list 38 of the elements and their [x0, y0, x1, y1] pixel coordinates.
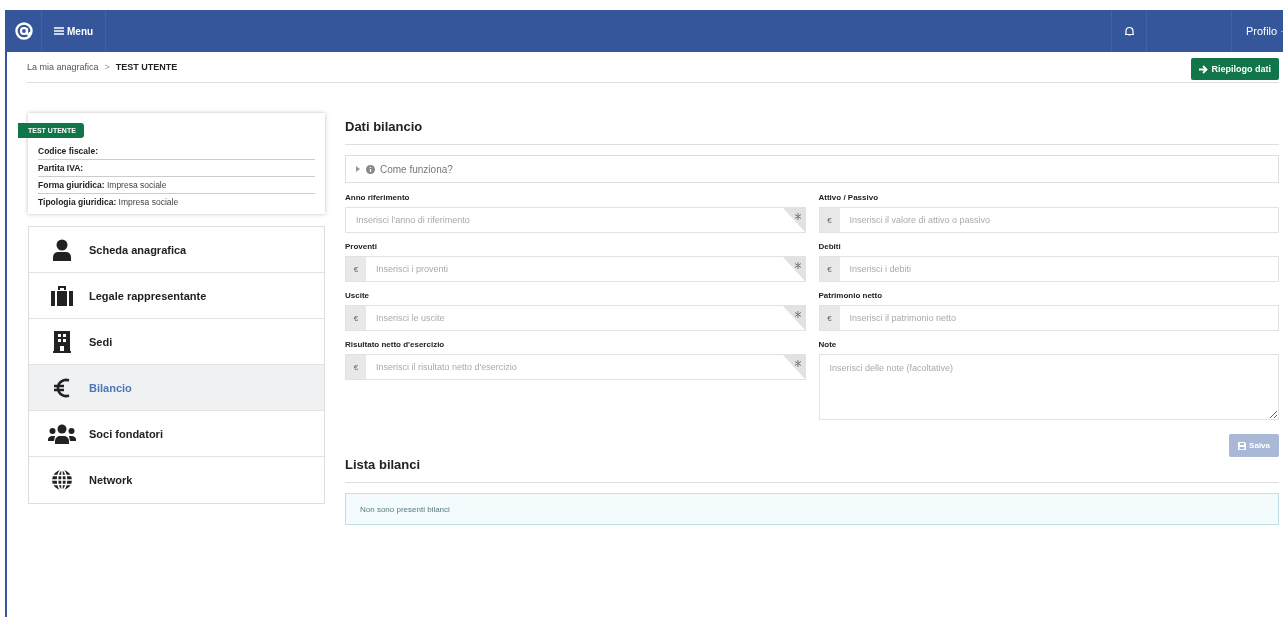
- breadcrumb-link[interactable]: La mia anagrafica: [27, 62, 99, 72]
- arrow-right-icon: [1198, 64, 1208, 74]
- user-icon: [52, 238, 72, 261]
- sidebar-item[interactable]: Bilancio: [29, 365, 324, 411]
- field-label: Patrimonio netto: [818, 291, 884, 300]
- group-icon: [48, 423, 76, 444]
- empty-list-message: Non sono presenti bilanci: [345, 493, 1279, 525]
- help-collapsible[interactable]: Come funziona?: [345, 155, 1279, 183]
- profile-detail: Codice fiscale:: [38, 143, 315, 160]
- suitcase-icon: [51, 285, 73, 306]
- info-icon: [366, 164, 375, 174]
- required-asterisk-icon: [782, 208, 805, 232]
- profile-detail: Partita IVA:: [38, 160, 315, 177]
- summary-button[interactable]: Riepilogo dati: [1190, 58, 1279, 80]
- breadcrumb-current: TEST UTENTE: [115, 62, 178, 72]
- field-label: Attivo / Passivo: [818, 193, 880, 202]
- breadcrumb-separator: >: [104, 62, 110, 72]
- field-label: Debiti: [818, 242, 842, 251]
- profile-menu[interactable]: Profilo: [1231, 10, 1283, 52]
- field-label: Uscite: [345, 291, 370, 300]
- bell-icon: [1124, 26, 1134, 36]
- building-icon: [53, 330, 71, 353]
- field-label: Proventi: [345, 242, 378, 251]
- profile-detail: Forma giuridica: Impresa sociale: [38, 177, 315, 194]
- section-title: Dati bilancio: [345, 118, 424, 136]
- field-label: Note: [818, 340, 838, 349]
- caret-right-icon: [356, 166, 361, 172]
- input-field[interactable]: Inserisci l'anno di riferimento: [345, 207, 806, 233]
- profile-detail: Tipologia giuridica: Impresa sociale: [38, 196, 180, 209]
- euro-icon: [53, 376, 71, 399]
- field-label: Anno riferimento: [345, 193, 411, 202]
- field-label: Risultato netto d'esercizio: [345, 340, 446, 349]
- notes-field[interactable]: Inserisci delle note (facoltative): [818, 354, 1279, 420]
- globe-icon: [51, 469, 73, 491]
- menu-icon: [54, 27, 64, 35]
- menu-button[interactable]: Menu: [42, 10, 107, 52]
- notifications-button[interactable]: [1111, 10, 1147, 52]
- section-title: Lista bilanci: [345, 457, 422, 474]
